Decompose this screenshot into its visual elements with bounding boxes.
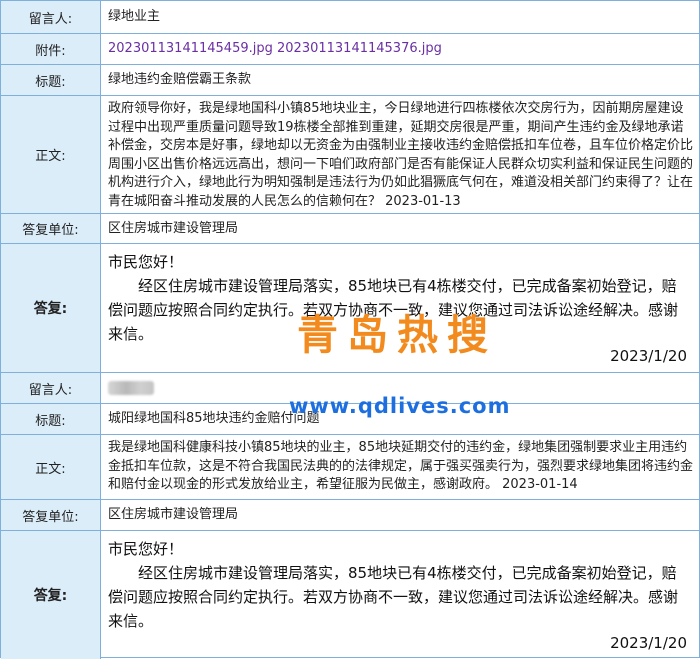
r2-reply-body: 经区住房城市建设管理局落实，85地块已有4栋楼交付，已完成备案初始登记，赔偿问题… (108, 564, 679, 630)
r1-reply-date: 2023/1/20 (610, 347, 687, 365)
r1-reply-label: 答复: (1, 244, 101, 372)
r2-body-text: 我是绿地国科健康科技小镇85地块的业主，85地块延期交付的违约金，绿地集团强制要… (108, 440, 694, 492)
r1-author-row: 留言人: 绿地业主 (1, 1, 700, 34)
brand-watermark: 青岛热搜 (297, 311, 497, 359)
r2-reply-date: 2023/1/20 (610, 634, 687, 652)
r1-reply-greeting: 市民您好！ (108, 253, 184, 271)
r2-reply-row: 答复: 市民您好！ 经区住房城市建设管理局落实，85地块已有4栋楼交付，已完成备… (1, 531, 700, 659)
r1-unit-value: 区住房城市建设管理局 (108, 220, 239, 236)
r1-title-row: 标题: 绿地违约金赔偿霸王条款 (1, 65, 700, 96)
url-watermark: www.qdlives.com (289, 394, 511, 418)
r2-body-row: 正文: 我是绿地国科健康科技小镇85地块的业主，85地块延期交付的违约金，绿地集… (1, 435, 700, 500)
r2-title-label: 标题: (1, 404, 101, 434)
r2-unit-label: 答复单位: (1, 500, 101, 530)
r1-attachment-label: 附件: (1, 34, 101, 64)
r2-body-label: 正文: (1, 435, 101, 499)
r1-body-label: 正文: (1, 96, 101, 213)
r1-author-label: 留言人: (1, 1, 101, 33)
r1-attachment-row: 附件: 20230113141145459.jpg 20230113141145… (1, 34, 700, 65)
r1-unit-row: 答复单位: 区住房城市建设管理局 (1, 214, 700, 244)
r2-reply-label: 答复: (1, 531, 101, 659)
r2-reply-content: 市民您好！ 经区住房城市建设管理局落实，85地块已有4栋楼交付，已完成备案初始登… (108, 537, 687, 655)
r1-body-text: 政府领导你好，我是绿地国科小镇85地块业主，今日绿地进行四栋楼依次交房行为，因前… (108, 101, 694, 209)
r1-title-value: 绿地违约金赔偿霸王条款 (108, 72, 252, 87)
r1-author-value: 绿地业主 (108, 9, 161, 24)
r1-attachment-links: 20230113141145459.jpg 20230113141145376.… (108, 34, 695, 64)
message-board-panel: 留言人: 绿地业主 附件: 20230113141145459.jpg 2023… (0, 0, 700, 659)
r1-unit-label: 答复单位: (1, 214, 101, 243)
r2-unit-row: 答复单位: 区住房城市建设管理局 (1, 500, 700, 531)
r2-author-label: 留言人: (1, 373, 101, 403)
r2-reply-greeting: 市民您好！ (108, 540, 184, 558)
r1-title-label: 标题: (1, 65, 101, 95)
r2-unit-value: 区住房城市建设管理局 (108, 507, 239, 522)
r1-body-row: 正文: 政府领导你好，我是绿地国科小镇85地块业主，今日绿地进行四栋楼依次交房行… (1, 96, 700, 214)
attachment-link-2[interactable]: 20230113141145376.jpg (277, 40, 442, 58)
redacted-name (108, 381, 154, 395)
attachment-link-1[interactable]: 20230113141145459.jpg (108, 40, 273, 58)
